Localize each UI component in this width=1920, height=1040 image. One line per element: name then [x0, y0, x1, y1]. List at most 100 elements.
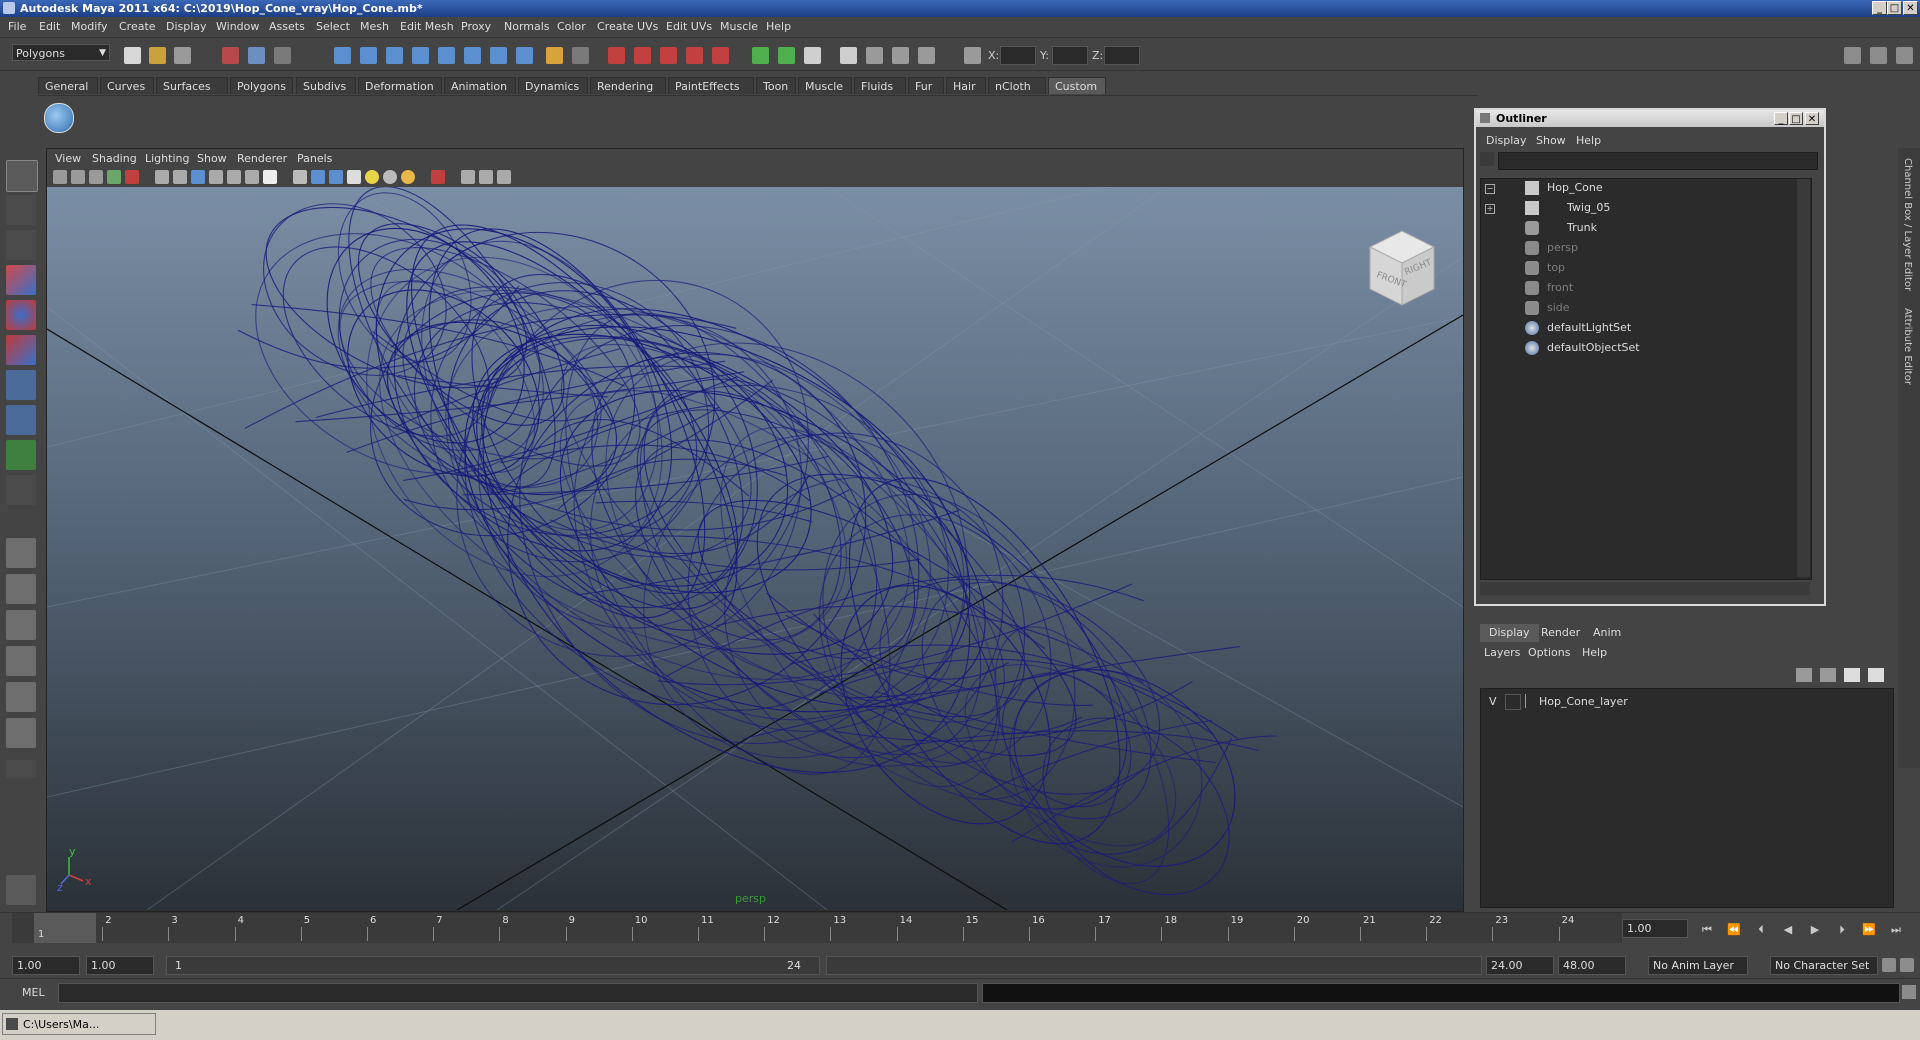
menu-file[interactable]: File: [8, 20, 26, 33]
shelf-tab-fluids[interactable]: Fluids: [854, 77, 906, 94]
auto-key-icon[interactable]: [1882, 958, 1896, 972]
safe-title-icon[interactable]: [263, 170, 277, 184]
shelf-tab-polygons[interactable]: Polygons: [230, 77, 293, 94]
menu-create[interactable]: Create: [119, 20, 156, 33]
numeric-input-icon[interactable]: [964, 47, 981, 64]
shelf-tab-custom[interactable]: Custom: [1048, 77, 1106, 94]
textured-icon[interactable]: [347, 170, 361, 184]
time-slider-track[interactable]: 123456789101112131415161718192021222324 …: [12, 913, 1622, 943]
field-chart-icon[interactable]: [227, 170, 241, 184]
outliner-item[interactable]: side: [1481, 299, 1811, 317]
menu-window[interactable]: Window: [216, 20, 259, 33]
animation-end-field[interactable]: 48.00: [1558, 956, 1626, 975]
shadows-icon[interactable]: [401, 170, 415, 184]
menu-muscle[interactable]: Muscle: [720, 20, 758, 33]
snap-curve-icon[interactable]: [360, 47, 377, 64]
viewport-menu-renderer[interactable]: Renderer: [237, 152, 287, 165]
transform-mode-icon[interactable]: [866, 47, 883, 64]
playback-end-field[interactable]: 24.00: [1486, 956, 1554, 975]
scale-tool-icon[interactable]: [6, 335, 36, 365]
y-field[interactable]: [1052, 46, 1088, 65]
go-to-end-icon[interactable]: ⏭: [1889, 923, 1903, 937]
shelf-tab-hair[interactable]: Hair: [946, 77, 986, 94]
step-back-frame-icon[interactable]: ⏴: [1754, 923, 1768, 937]
attribute-editor-tab[interactable]: Attribute Editor: [1902, 308, 1913, 385]
layer-type-toggle[interactable]: [1505, 694, 1521, 710]
relative-transform-icon[interactable]: [892, 47, 909, 64]
menu-modify[interactable]: Modify: [71, 20, 107, 33]
hypershade-icon[interactable]: [686, 47, 703, 64]
menu-edit[interactable]: Edit: [39, 20, 60, 33]
expand-icon[interactable]: +: [1485, 204, 1495, 214]
outliner-item[interactable]: defaultLightSet: [1481, 319, 1811, 337]
smooth-shade-icon[interactable]: [311, 170, 325, 184]
show-tool-settings-icon[interactable]: [804, 47, 821, 64]
outliner-search-input[interactable]: [1498, 152, 1818, 170]
lasso-tool-icon[interactable]: [6, 195, 36, 225]
graph-editor-layout-icon[interactable]: [6, 646, 36, 676]
outliner-item[interactable]: front: [1481, 279, 1811, 297]
outliner-close-button[interactable]: ✕: [1805, 112, 1819, 125]
select-tool-icon[interactable]: [6, 160, 38, 192]
shelf-tab-animation[interactable]: Animation: [444, 77, 516, 94]
isolate-select-icon[interactable]: [431, 170, 445, 184]
shelf-tab-toon[interactable]: Toon: [756, 77, 796, 94]
snap-view-plane-icon[interactable]: [412, 47, 429, 64]
viewport-menu-lighting[interactable]: Lighting: [145, 152, 189, 165]
script-editor-icon[interactable]: [1902, 985, 1916, 999]
viewport-menu-shading[interactable]: Shading: [92, 152, 137, 165]
last-tool-icon[interactable]: [6, 475, 36, 505]
new-layer-icon[interactable]: [1844, 668, 1860, 682]
paint-effects-icon[interactable]: [6, 875, 36, 905]
shelf-tab-subdivs[interactable]: Subdivs: [296, 77, 356, 94]
maximize-button[interactable]: □: [1887, 1, 1902, 15]
animation-preferences-icon[interactable]: [1900, 958, 1914, 972]
grid-toggle-icon[interactable]: [155, 170, 169, 184]
anim-layer-selector[interactable]: No Anim Layer: [1648, 956, 1748, 975]
move-layer-up-icon[interactable]: [1796, 668, 1812, 682]
go-to-start-icon[interactable]: ⏮: [1700, 923, 1714, 937]
x-field[interactable]: [1000, 46, 1036, 65]
attribute-editor-toggle-icon[interactable]: [1896, 47, 1913, 64]
select-by-hierarchy-icon[interactable]: [222, 47, 239, 64]
viewport-menu-panels[interactable]: Panels: [297, 152, 332, 165]
shelf-tab-ncloth[interactable]: nCloth: [988, 77, 1046, 94]
channel-box-tab[interactable]: Channel Box / Layer Editor: [1902, 158, 1913, 291]
range-slider-remainder[interactable]: [826, 956, 1482, 975]
default-lighting-icon[interactable]: [365, 170, 379, 184]
open-scene-icon[interactable]: [149, 47, 166, 64]
safe-action-icon[interactable]: [245, 170, 259, 184]
outliner-minimize-button[interactable]: _: [1774, 112, 1788, 125]
play-forwards-icon[interactable]: ▶: [1808, 923, 1822, 937]
show-attribute-editor-icon[interactable]: [778, 47, 795, 64]
lock-icon[interactable]: [546, 47, 563, 64]
bookmark-icon[interactable]: [89, 170, 103, 184]
play-backwards-icon[interactable]: ◀: [1781, 923, 1795, 937]
channel-box-toggle-icon[interactable]: [1870, 47, 1887, 64]
outliner-item[interactable]: + Twig_05: [1481, 199, 1811, 217]
wireframe-on-shaded-icon[interactable]: [329, 170, 343, 184]
new-layer-selected-icon[interactable]: [1868, 668, 1884, 682]
outliner-item[interactable]: − Hop_Cone: [1481, 179, 1811, 197]
mode-selector[interactable]: Polygons ▼: [12, 44, 110, 61]
shelf-tab-fur[interactable]: Fur: [908, 77, 944, 94]
step-forward-frame-icon[interactable]: ⏵: [1835, 923, 1849, 937]
layer-visibility-toggle[interactable]: V: [1489, 695, 1497, 708]
z-field[interactable]: [1104, 46, 1140, 65]
outliner-menu-show[interactable]: Show: [1536, 134, 1566, 147]
menu-create-uvs[interactable]: Create UVs: [597, 20, 658, 33]
outliner-menu-help[interactable]: Help: [1576, 134, 1601, 147]
snap-grid-icon[interactable]: [334, 47, 351, 64]
film-gate-icon[interactable]: [173, 170, 187, 184]
shelf-tab-painteffects[interactable]: PaintEffects: [668, 77, 754, 94]
move-tool-icon[interactable]: [6, 265, 36, 295]
menu-help[interactable]: Help: [766, 20, 791, 33]
outliner-horizontal-scrollbar[interactable]: [1480, 582, 1810, 595]
menu-assets[interactable]: Assets: [269, 20, 305, 33]
ipr-render-icon[interactable]: [634, 47, 651, 64]
x-ray-joints-icon[interactable]: [479, 170, 493, 184]
paint-select-tool-icon[interactable]: [6, 230, 36, 260]
render-current-icon[interactable]: [608, 47, 625, 64]
menu-select[interactable]: Select: [316, 20, 350, 33]
layer-menu-help[interactable]: Help: [1582, 646, 1607, 659]
